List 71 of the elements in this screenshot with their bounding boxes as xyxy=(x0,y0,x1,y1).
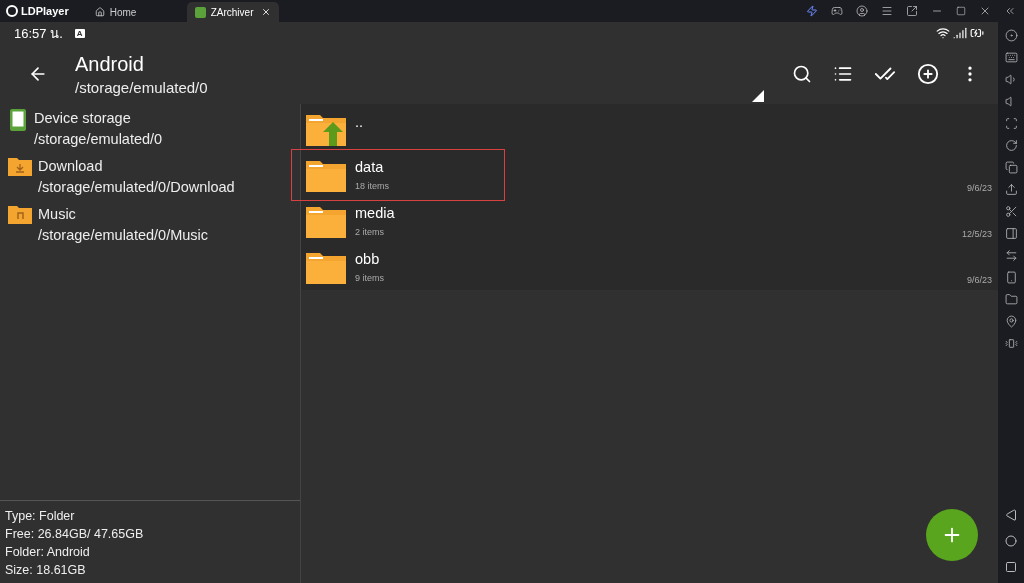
file-row[interactable]: obb 9 items 9/6/23 xyxy=(301,244,998,290)
storage-item[interactable]: Music /storage/emulated/0/Music xyxy=(0,200,300,248)
place-name: Device storage xyxy=(34,109,132,128)
file-name: data xyxy=(355,159,385,175)
file-row[interactable]: media 2 items 12/5/23 xyxy=(301,198,998,244)
tab[interactable]: ZArchiver xyxy=(186,2,279,22)
file-name: obb xyxy=(355,251,381,267)
user-icon[interactable] xyxy=(856,5,868,17)
folder-path: /storage/emulated/0 xyxy=(75,78,208,96)
collapse-icon[interactable] xyxy=(1004,5,1016,17)
item-count: 2 items xyxy=(355,227,385,237)
multi-window-icon[interactable] xyxy=(1004,161,1018,174)
logo-icon xyxy=(6,5,18,17)
list-icon[interactable] xyxy=(833,64,853,84)
place-name: Download xyxy=(38,157,104,176)
storage-item[interactable]: Download /storage/emulated/0/Download xyxy=(0,152,300,200)
info-line: Free: 26.84GB/ 47.65GB xyxy=(5,526,145,543)
nav-recent-icon[interactable] xyxy=(1005,561,1017,573)
add-icon[interactable] xyxy=(917,63,939,85)
storage-item[interactable]: Device storage /storage/emulated/0 xyxy=(0,104,300,152)
phone-icon xyxy=(8,108,28,132)
close-icon[interactable] xyxy=(260,7,271,17)
lightning-icon[interactable] xyxy=(806,5,818,17)
gamepad-icon[interactable] xyxy=(831,5,843,17)
rotate-icon[interactable] xyxy=(1004,139,1018,152)
clock: 16:57 น. xyxy=(14,24,63,43)
file-row[interactable]: .. xyxy=(301,106,998,152)
file-date: 9/6/23 xyxy=(966,183,992,193)
folder-icon[interactable] xyxy=(1004,293,1018,306)
place-name: Music xyxy=(38,205,77,224)
place-path: /storage/emulated/0/Music xyxy=(38,226,209,245)
sync-icon[interactable] xyxy=(1004,249,1018,262)
file-date: 9/6/23 xyxy=(966,275,992,285)
nav-home-icon[interactable] xyxy=(1005,535,1017,547)
vibrate-icon[interactable] xyxy=(1004,337,1018,350)
keyboard-icon[interactable] xyxy=(1004,51,1018,64)
folder-title: Android xyxy=(75,52,145,76)
location-icon[interactable] xyxy=(1004,315,1018,328)
popout-icon[interactable] xyxy=(906,5,918,17)
info-line: Folder: Android xyxy=(5,544,91,561)
music-folder-icon xyxy=(8,204,32,224)
app-logo: LDPlayer xyxy=(6,5,69,17)
target-icon[interactable] xyxy=(1004,29,1018,42)
battery-icon xyxy=(970,26,984,40)
file-name: .. xyxy=(355,114,365,130)
home-icon xyxy=(94,7,105,17)
corner-icon xyxy=(752,90,764,102)
wifi-icon xyxy=(936,26,950,40)
file-date: 12/5/23 xyxy=(961,229,992,239)
add-button[interactable] xyxy=(926,509,978,561)
download-folder-icon xyxy=(8,156,32,176)
file-name: media xyxy=(355,205,396,221)
item-count: 18 items xyxy=(355,181,390,191)
notification-icon: A xyxy=(74,28,85,38)
search-icon[interactable] xyxy=(792,64,812,84)
app-icon xyxy=(194,6,206,18)
close-icon[interactable] xyxy=(979,5,991,17)
item-count: 9 items xyxy=(355,273,385,283)
file-row[interactable]: data 18 items 9/6/23 xyxy=(301,152,998,198)
menu-icon[interactable] xyxy=(881,5,893,17)
place-path: /storage/emulated/0/Download xyxy=(38,178,235,197)
volume-up-icon[interactable] xyxy=(1004,73,1018,86)
place-path: /storage/emulated/0 xyxy=(34,130,163,149)
maximize-icon[interactable] xyxy=(956,6,966,16)
nav-back-icon[interactable] xyxy=(1005,509,1017,521)
tab[interactable]: Home xyxy=(86,2,171,22)
screenshot-icon[interactable] xyxy=(1004,117,1018,130)
scissors-icon[interactable] xyxy=(1004,205,1018,218)
info-line: Type: Folder xyxy=(5,508,76,525)
info-line: Size: 18.61GB xyxy=(5,562,87,579)
signal-icon xyxy=(953,26,967,40)
